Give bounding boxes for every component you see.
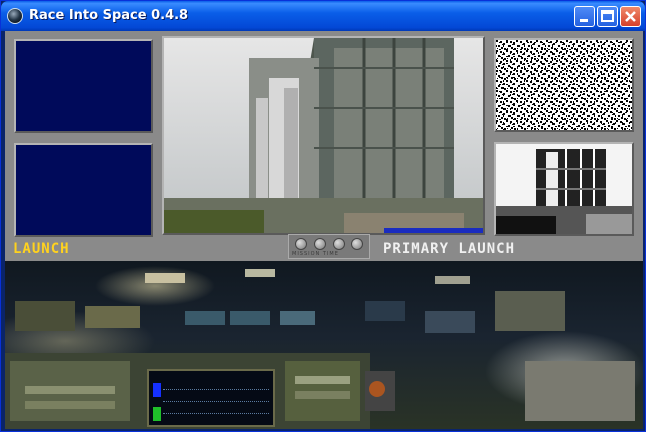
app-window: Race Into Space 0.4.8 LAUNCH PRIMARY LAU…	[0, 0, 646, 432]
control-knob-3[interactable]	[333, 238, 345, 250]
telemetry-bar-blue	[153, 383, 161, 397]
scope-trace-2	[163, 401, 269, 403]
static-monitor	[494, 38, 634, 132]
window-title: Race Into Space 0.4.8	[29, 8, 189, 23]
scope-trace-1	[163, 389, 269, 391]
control-knob-4[interactable]	[351, 238, 363, 250]
telemetry-bar-green	[153, 407, 161, 421]
mission-control-console	[5, 261, 643, 429]
telemetry-scope	[147, 369, 275, 427]
control-knob-2[interactable]	[314, 238, 326, 250]
launch-pad-footage	[164, 38, 483, 233]
primary-launch-label: PRIMARY LAUNCH	[383, 241, 516, 257]
minimize-button[interactable]	[574, 6, 595, 27]
app-globe-icon[interactable]	[7, 8, 23, 24]
tower-footage	[496, 144, 632, 234]
launch-label: LAUNCH	[13, 241, 70, 257]
maximize-icon	[601, 10, 614, 22]
close-icon	[625, 11, 636, 22]
maximize-button[interactable]	[597, 6, 618, 27]
control-knob-1[interactable]	[295, 238, 307, 250]
monitor-left-top	[14, 39, 153, 133]
minimize-icon	[580, 19, 588, 22]
monitor-left-bottom	[14, 143, 153, 237]
game-screen[interactable]: LAUNCH PRIMARY LAUNCH MISSION TIME	[5, 31, 643, 429]
static-noise	[496, 40, 632, 130]
secondary-camera-monitor	[494, 142, 634, 236]
mission-time-caption: MISSION TIME	[292, 251, 339, 257]
title-bar[interactable]: Race Into Space 0.4.8	[1, 1, 645, 31]
main-video-feed	[162, 36, 485, 235]
scope-trace-3	[163, 413, 269, 415]
close-button[interactable]	[620, 6, 641, 27]
mission-time-controls: MISSION TIME	[288, 234, 370, 259]
console-artwork	[5, 269, 635, 429]
